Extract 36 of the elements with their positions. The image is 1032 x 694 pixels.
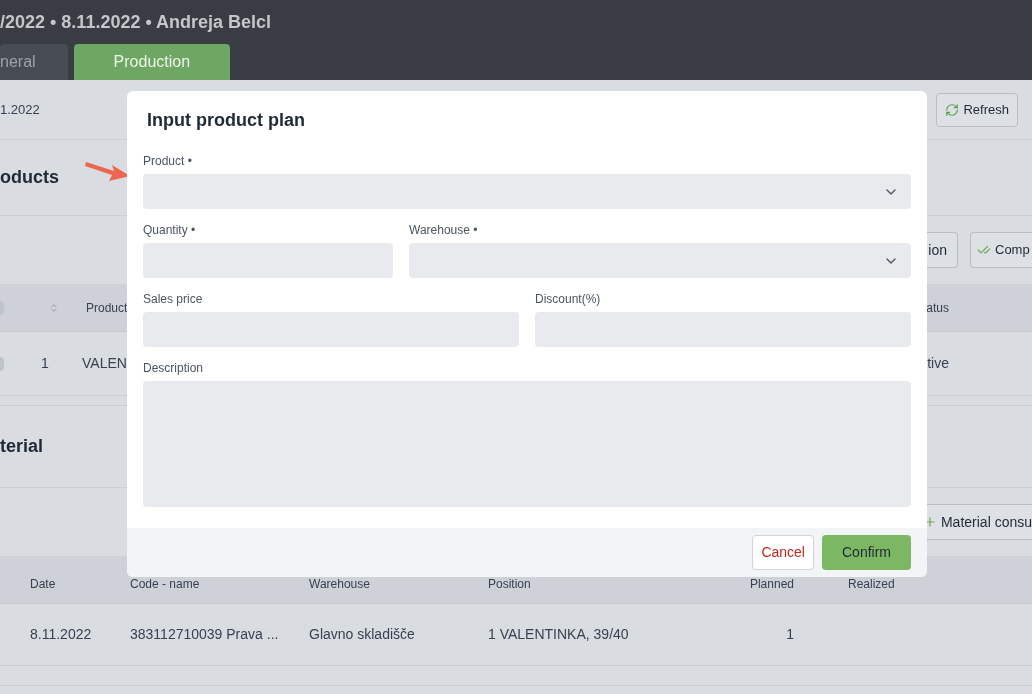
- field-label: Product •: [143, 153, 193, 169]
- cancel-button[interactable]: Cancel: [752, 535, 814, 570]
- section-heading: terial: [0, 435, 44, 458]
- column-header: Code - name: [130, 575, 200, 593]
- field-label: Discount(%): [535, 291, 602, 307]
- table-cell-text: 1: [41, 354, 50, 373]
- page-title: /2022 • 8.11.2022 • Andreja Belcl: [0, 13, 272, 31]
- column-header: Date: [30, 575, 56, 593]
- table-cell-text: VALEN: [82, 354, 127, 373]
- field-label: Sales price: [143, 291, 204, 307]
- column-header: atus: [926, 299, 949, 317]
- table-cell-text: Glavno skladišče: [309, 625, 415, 644]
- refresh-button[interactable]: Refresh: [936, 92, 1018, 127]
- section-heading: oducts: [0, 166, 59, 189]
- column-header: Position: [488, 575, 531, 593]
- dialog-title: Input product plan: [147, 110, 305, 130]
- action-button[interactable]: Comp: [970, 232, 1032, 268]
- table-cell-text: 1: [786, 625, 794, 644]
- table-cell-text: 383112710039 Prava ...: [130, 625, 279, 644]
- select-field[interactable]: [143, 174, 911, 209]
- table-cell-text: 1 VALENTINKA, 39/40: [488, 625, 629, 644]
- sort-icon[interactable]: [49, 302, 59, 313]
- select-field[interactable]: [409, 243, 911, 278]
- table-cell-text: 8.11.2022: [30, 625, 92, 644]
- field-label: Warehouse •: [409, 222, 479, 238]
- field-label: Quantity •: [143, 222, 197, 238]
- column-header: Warehouse: [309, 575, 370, 593]
- column-header: Planned: [749, 575, 794, 593]
- column-header: Product: [86, 299, 128, 317]
- column-header: Realized: [848, 575, 895, 593]
- table-cell-text: tive: [927, 354, 949, 373]
- date-text: 1.2022: [0, 100, 40, 119]
- double-check-icon: [977, 243, 991, 257]
- refresh-icon: [945, 102, 960, 117]
- confirm-button[interactable]: Confirm: [822, 535, 911, 570]
- field-label: Description: [143, 360, 205, 376]
